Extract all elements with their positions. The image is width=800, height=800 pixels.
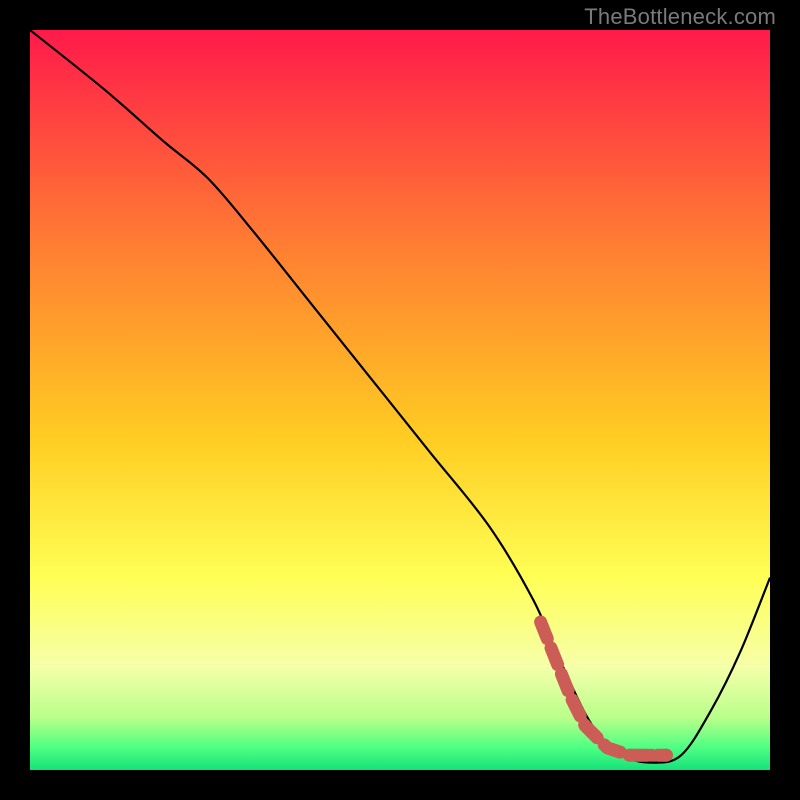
chart-wrapper: TheBottleneck.com [0,0,800,800]
plot-area [30,30,770,770]
gradient-background [30,30,770,770]
chart-svg [30,30,770,770]
attribution-label: TheBottleneck.com [584,4,776,30]
